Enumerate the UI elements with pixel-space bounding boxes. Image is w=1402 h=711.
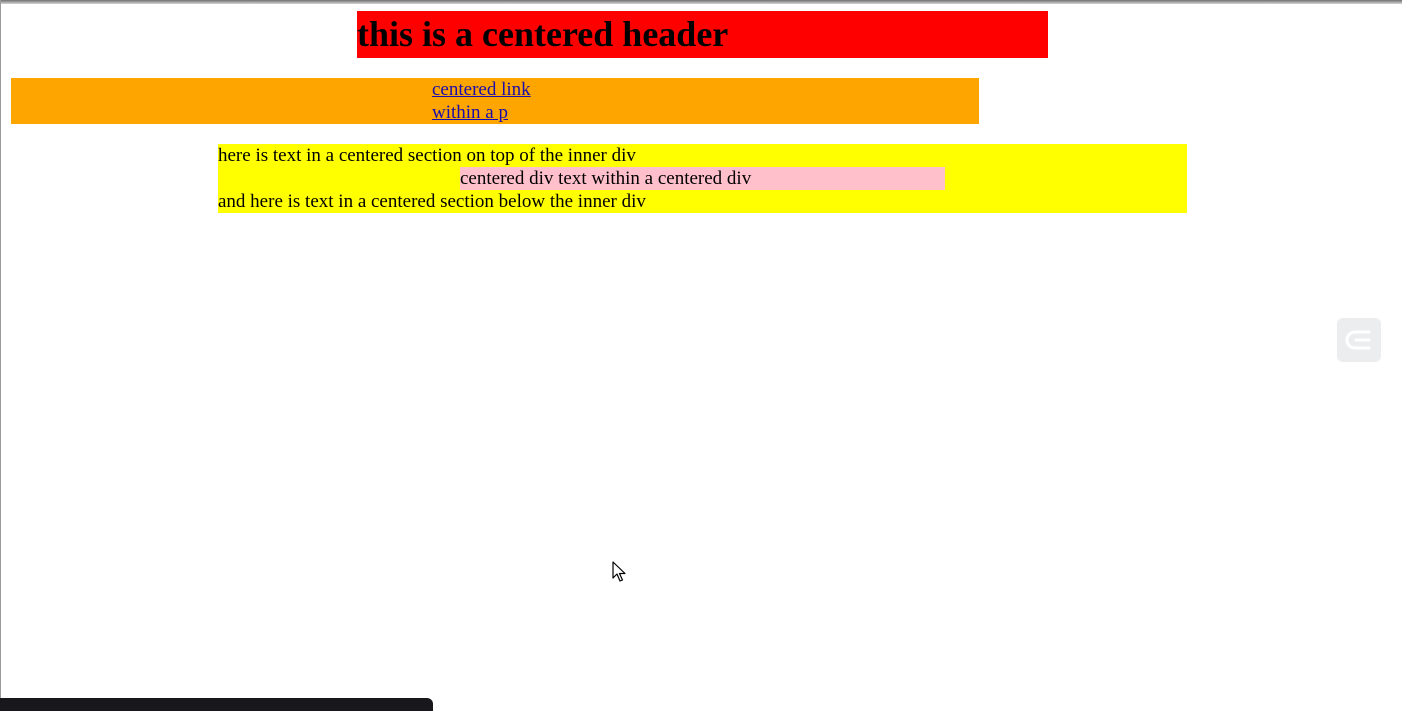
bottom-dark-bar <box>0 698 433 711</box>
extension-widget-button[interactable] <box>1337 318 1381 362</box>
centered-link[interactable]: centered link <box>432 78 531 101</box>
browser-top-edge <box>0 0 1402 4</box>
within-a-p-link[interactable]: within a p <box>432 101 531 124</box>
centered-header: this is a centered header <box>357 11 1048 58</box>
section-top-text: here is text in a centered section on to… <box>218 145 636 166</box>
centered-section: here is text in a centered section on to… <box>218 144 1187 213</box>
link-paragraph: centered link within a p <box>11 78 979 124</box>
section-bottom-text: and here is text in a centered section b… <box>218 191 646 212</box>
header-title: this is a centered header <box>357 14 729 54</box>
extension-logo-icon <box>1345 330 1371 350</box>
window-left-edge <box>0 0 1 711</box>
mouse-pointer-icon <box>612 561 626 582</box>
inner-centered-div: centered div text within a centered div <box>460 167 945 190</box>
